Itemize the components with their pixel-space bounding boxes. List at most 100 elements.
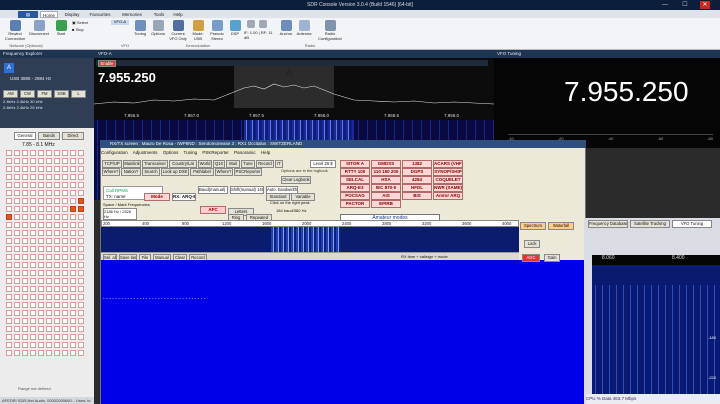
lock-button[interactable]: Lock	[524, 240, 540, 248]
frequency-cell[interactable]	[62, 350, 68, 356]
step-1[interactable]: 2.4kHz	[3, 99, 15, 104]
frequency-cell[interactable]	[6, 238, 12, 244]
frequency-cell[interactable]	[30, 174, 36, 180]
mode-option[interactable]: RTTY 100	[340, 168, 370, 176]
antenna-button[interactable]: Antenna	[296, 20, 312, 37]
frequency-cell[interactable]	[38, 350, 44, 356]
country-button[interactable]: Country/Lat	[169, 160, 197, 168]
frequency-cell[interactable]	[38, 230, 44, 236]
frequency-cell[interactable]	[70, 214, 76, 220]
frequency-cell[interactable]	[70, 342, 76, 348]
tab-direct[interactable]: Direct	[62, 132, 84, 140]
frequency-cell[interactable]	[22, 238, 28, 244]
frequency-cell[interactable]	[46, 326, 52, 332]
frequency-cell[interactable]	[78, 342, 84, 348]
frequency-cell[interactable]	[70, 254, 76, 260]
audio-waterfall[interactable]	[101, 227, 519, 252]
mainlink-button[interactable]: Mainlink	[123, 160, 141, 168]
frequency-cell[interactable]	[30, 166, 36, 172]
gain-button[interactable]: Gain	[544, 254, 560, 262]
frequency-cell[interactable]	[62, 222, 68, 228]
frequency-cell[interactable]	[14, 158, 20, 164]
frequency-cell[interactable]	[30, 230, 36, 236]
frequency-cell[interactable]	[14, 326, 20, 332]
level-control[interactable]: Level 26 $	[310, 160, 336, 168]
frequency-cell[interactable]	[30, 350, 36, 356]
mode-option[interactable]: 1382	[402, 160, 432, 168]
frequency-cell[interactable]	[46, 214, 52, 220]
mode-option[interactable]: COQUELET	[433, 176, 463, 184]
frequency-cell[interactable]	[46, 190, 52, 196]
transceiver-button[interactable]: Transceiver	[142, 160, 168, 168]
frequency-cell[interactable]	[30, 342, 36, 348]
frequency-cell[interactable]	[38, 166, 44, 172]
frequency-cell[interactable]	[62, 318, 68, 324]
frequency-cell[interactable]	[6, 326, 12, 332]
filter-cw[interactable]: CW	[20, 90, 35, 98]
frequency-cell[interactable]	[30, 222, 36, 228]
frequency-cell[interactable]	[30, 214, 36, 220]
frequency-cell[interactable]	[22, 310, 28, 316]
frequency-cell[interactable]	[6, 318, 12, 324]
tab-satellite-tracking[interactable]: Satellite Tracking	[630, 220, 670, 228]
where2-button[interactable]: Where?	[215, 168, 233, 176]
frequency-cell[interactable]	[38, 198, 44, 204]
frequency-cell[interactable]	[6, 350, 12, 356]
frequency-cell[interactable]	[62, 326, 68, 332]
frequency-cell[interactable]	[78, 286, 84, 292]
frequency-cell[interactable]	[38, 238, 44, 244]
frequency-cell[interactable]	[14, 230, 20, 236]
frequency-cell[interactable]	[30, 158, 36, 164]
frequency-cell[interactable]	[14, 246, 20, 252]
frequency-cell[interactable]	[70, 294, 76, 300]
frequency-cell[interactable]	[62, 198, 68, 204]
frequency-cell[interactable]	[14, 238, 20, 244]
frequency-cell[interactable]	[62, 182, 68, 188]
frequency-cell[interactable]	[38, 326, 44, 332]
frequency-cell[interactable]	[78, 214, 84, 220]
frequency-cell[interactable]	[46, 286, 52, 292]
close-button[interactable]: ✕	[700, 1, 710, 9]
frequency-cell[interactable]	[62, 230, 68, 236]
step-4[interactable]: 2.4kHz	[3, 105, 15, 110]
frequency-cell[interactable]	[14, 182, 20, 188]
frequency-cell[interactable]	[78, 222, 84, 228]
frequency-cell[interactable]	[30, 278, 36, 284]
frequency-cell[interactable]	[6, 174, 12, 180]
frequency-cell[interactable]	[30, 286, 36, 292]
frequency-cell[interactable]	[22, 334, 28, 340]
frequency-cell[interactable]	[6, 150, 12, 156]
frequency-cell[interactable]	[30, 190, 36, 196]
frequency-cell[interactable]	[6, 254, 12, 260]
mode-option[interactable]: POCSAG	[340, 192, 370, 200]
frequency-cell[interactable]	[46, 294, 52, 300]
frequency-cell[interactable]	[14, 254, 20, 260]
menu-tuning[interactable]: Tuning	[184, 150, 198, 155]
mode-option[interactable]: 110 150 200	[371, 168, 401, 176]
pathlabel-button[interactable]: Pathlabel	[190, 168, 214, 176]
frequency-cell[interactable]	[46, 278, 52, 284]
frequency-cell[interactable]	[54, 318, 60, 324]
frequency-cell[interactable]	[14, 286, 20, 292]
frequency-cell[interactable]	[70, 222, 76, 228]
frequency-cell[interactable]	[38, 174, 44, 180]
frequency-cell[interactable]	[30, 318, 36, 324]
frequency-cell[interactable]	[54, 302, 60, 308]
mode-option[interactable]: BIS	[402, 192, 432, 200]
frequency-cell[interactable]	[78, 166, 84, 172]
mode-option[interactable]: 4284	[402, 176, 432, 184]
frequency-cell[interactable]	[30, 270, 36, 276]
filter-fm[interactable]: FM	[37, 90, 52, 98]
rf-gain-icon[interactable]	[258, 20, 268, 29]
mode-option[interactable]: ARQ-E3	[340, 184, 370, 192]
frequency-cell[interactable]	[30, 246, 36, 252]
frequency-cell[interactable]	[6, 246, 12, 252]
frequency-cell[interactable]	[46, 206, 52, 212]
frequency-cell[interactable]	[54, 350, 60, 356]
frequency-cell[interactable]	[62, 158, 68, 164]
frequency-cell[interactable]	[62, 302, 68, 308]
tab-frequency-database[interactable]: Frequency Database	[588, 220, 628, 228]
tab-vfo-tuning[interactable]: VFO Tuning	[672, 220, 712, 228]
mode-option[interactable]: IEC 870-5	[371, 184, 401, 192]
frequency-cell[interactable]	[78, 326, 84, 332]
